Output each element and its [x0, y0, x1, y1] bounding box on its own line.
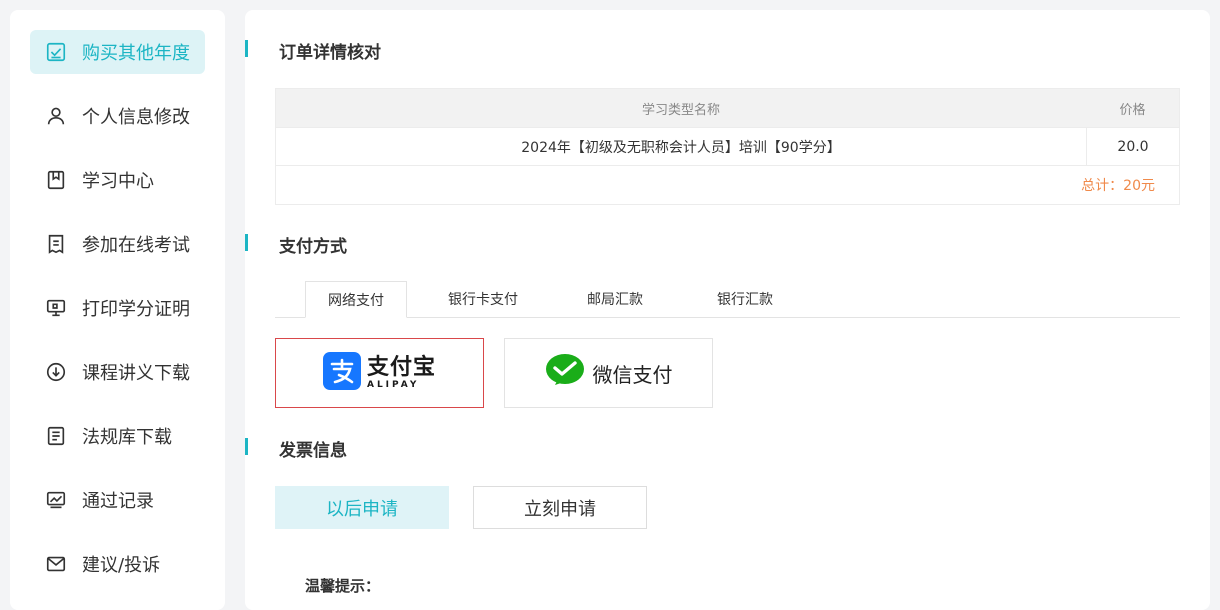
tab-label: 银行卡支付: [448, 292, 518, 308]
invoice-section-title: 发票信息: [279, 441, 347, 461]
sidebar-item-lecture-download[interactable]: 课程讲义下载: [30, 350, 205, 394]
user-icon: [44, 104, 68, 128]
sidebar-item-label: 学习中心: [82, 171, 154, 192]
tab-label: 邮局汇款: [587, 292, 643, 308]
payment-tabs: 网络支付 银行卡支付 邮局汇款 银行汇款: [275, 281, 1180, 318]
section-accent-bar: [245, 234, 248, 251]
sidebar-item-profile[interactable]: 个人信息修改: [30, 94, 205, 138]
sidebar-item-label: 课程讲义下载: [82, 363, 190, 384]
sidebar-item-online-exam[interactable]: 参加在线考试: [30, 222, 205, 266]
sidebar-item-label: 建议/投诉: [82, 555, 161, 576]
wechat-pay-option[interactable]: 微信支付: [504, 338, 713, 408]
column-header-name: 学习类型名称: [641, 102, 720, 118]
order-table: 学习类型名称 价格 2024年【初级及无职称会计人员】培训【90学分】 20.0…: [275, 88, 1180, 205]
mail-icon: [44, 552, 68, 576]
sidebar-item-label: 个人信息修改: [82, 107, 190, 128]
checkbox-icon: [44, 40, 68, 64]
sidebar-item-buy-other-years[interactable]: 购买其他年度: [30, 30, 205, 74]
payment-section-title: 支付方式: [279, 237, 347, 257]
section-accent-bar: [245, 438, 248, 455]
column-header-price: 价格: [1119, 102, 1146, 118]
sidebar-item-pass-records[interactable]: 通过记录: [30, 478, 205, 522]
order-section-title: 订单详情核对: [279, 43, 381, 63]
document-icon: [44, 424, 68, 448]
bookmark-icon: [44, 168, 68, 192]
download-icon: [44, 360, 68, 384]
tab-online-payment[interactable]: 网络支付: [305, 281, 407, 318]
sidebar-item-label: 通过记录: [82, 491, 154, 512]
alipay-option[interactable]: 支付宝 ALIPAY: [275, 338, 484, 408]
main-panel: 订单详情核对 学习类型名称 价格 2024年【初级及无职称会计人员】培训【90学…: [245, 10, 1210, 610]
wechat-pay-label: 微信支付: [592, 362, 673, 387]
tab-label: 银行汇款: [717, 292, 773, 308]
sidebar-item-feedback[interactable]: 建议/投诉: [30, 542, 205, 586]
exam-icon: [44, 232, 68, 256]
sidebar-item-label: 打印学分证明: [82, 299, 190, 320]
section-accent-bar: [245, 40, 248, 57]
tab-bank-remittance[interactable]: 银行汇款: [695, 281, 795, 317]
sidebar: 购买其他年度 个人信息修改 学习中心 参加在线考试 打印学分证明 课程讲义下载: [10, 10, 225, 610]
table-row: 2024年【初级及无职称会计人员】培训【90学分】 20.0: [276, 128, 1179, 166]
sidebar-item-label: 购买其他年度: [82, 43, 190, 64]
apply-now-button[interactable]: 立刻申请: [473, 486, 647, 529]
tip-label: 温馨提示：: [305, 577, 381, 595]
price-cell: 20.0: [1117, 138, 1149, 155]
alipay-logo: 支付宝 ALIPAY: [322, 352, 436, 394]
chart-icon: [44, 488, 68, 512]
alipay-icon: [322, 352, 361, 394]
tab-label: 网络支付: [328, 292, 384, 309]
wechat-icon: [545, 353, 585, 393]
sidebar-item-print-certificate[interactable]: 打印学分证明: [30, 286, 205, 330]
order-total: 总计：20元: [1081, 178, 1155, 194]
apply-later-button[interactable]: 以后申请: [275, 486, 449, 529]
total-row: 总计：20元: [276, 166, 1179, 204]
sidebar-item-regulations-download[interactable]: 法规库下载: [30, 414, 205, 458]
tab-bank-card-payment[interactable]: 银行卡支付: [427, 281, 539, 317]
alipay-en-label: ALIPAY: [366, 380, 420, 390]
sidebar-item-label: 参加在线考试: [82, 235, 190, 256]
sidebar-item-study-center[interactable]: 学习中心: [30, 158, 205, 202]
monitor-print-icon: [44, 296, 68, 320]
sidebar-item-label: 法规库下载: [82, 427, 172, 448]
table-header-row: 学习类型名称 价格: [276, 89, 1179, 128]
course-name-cell: 2024年【初级及无职称会计人员】培训【90学分】: [276, 128, 1087, 165]
alipay-label: 支付宝: [366, 355, 436, 380]
tab-postal-remittance[interactable]: 邮局汇款: [565, 281, 665, 317]
